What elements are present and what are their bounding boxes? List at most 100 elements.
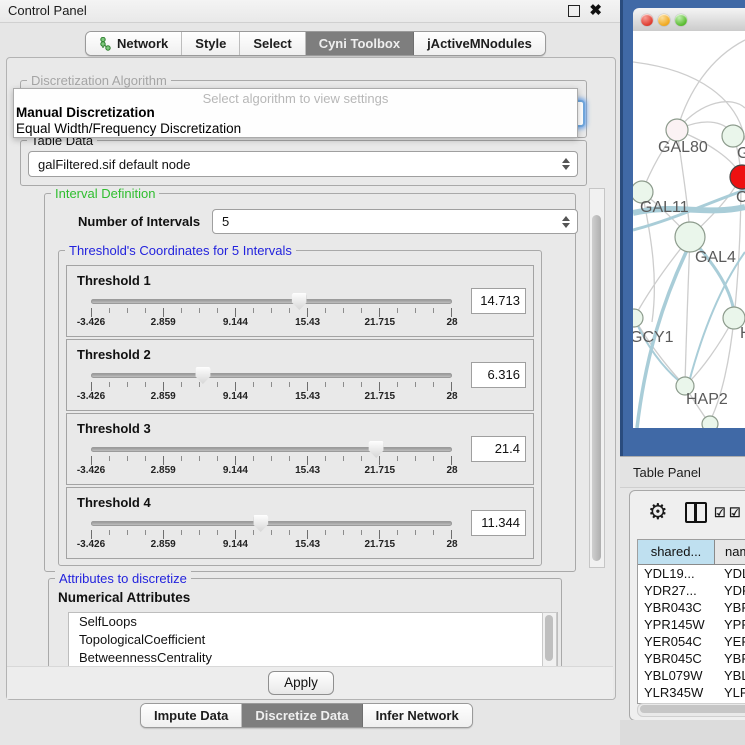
slider-track[interactable] — [91, 373, 452, 378]
node-gal4[interactable] — [675, 222, 705, 252]
zoom-traffic-light-icon[interactable] — [675, 14, 687, 26]
list-item[interactable]: TopologicalCoefficient — [69, 631, 557, 649]
tab-select[interactable]: Select — [240, 32, 305, 55]
threshold-1-slider[interactable]: -3.426 2.859 9.144 15.43 21.715 28 — [91, 296, 452, 330]
cell[interactable]: YDR27... — [714, 582, 745, 599]
tab-select-label: Select — [253, 36, 291, 51]
cell[interactable]: YPR145W — [638, 616, 714, 633]
attributes-list-scrollbar[interactable] — [542, 612, 557, 670]
num-intervals-combobox[interactable]: 5 — [212, 209, 578, 234]
float-window-icon[interactable] — [568, 5, 580, 17]
checkbox-icon[interactable]: ☑ — [714, 505, 726, 521]
network-window-titlebar[interactable] — [633, 8, 745, 32]
cell[interactable]: YLR345W — [638, 684, 714, 701]
cell[interactable]: YBR045C — [638, 650, 714, 667]
scrollbar-thumb[interactable] — [640, 705, 745, 713]
bottom-right-filler — [620, 720, 745, 745]
tab-cyni-label: Cyni Toolbox — [319, 36, 400, 51]
tab-discretize-label: Discretize Data — [255, 708, 348, 723]
table-row[interactable]: YBR045CYBR045C — [638, 650, 745, 667]
table-row[interactable]: YLR345WYLR345W — [638, 684, 745, 701]
list-item[interactable]: SelfLoops — [69, 613, 557, 631]
cell[interactable]: YLR345W — [714, 684, 745, 701]
column-header-name[interactable]: name — [715, 540, 745, 564]
table-horizontal-scrollbar[interactable] — [637, 703, 745, 717]
slider-track[interactable] — [91, 447, 452, 452]
panel-vertical-scrollbar[interactable] — [589, 188, 605, 568]
list-item[interactable]: BetweennessCentrality — [69, 649, 557, 667]
cell[interactable]: YBL079W — [638, 667, 714, 684]
column-header-shared[interactable]: shared... — [638, 540, 715, 564]
minimize-traffic-light-icon[interactable] — [658, 14, 670, 26]
table-panel-body: ⚙ ☑ ☑ shared... name YDL19...YDL19... YD… — [629, 490, 745, 721]
cell[interactable]: YBL079W — [714, 667, 745, 684]
table-row[interactable]: YER054CYER054C — [638, 633, 745, 650]
tick-label: 2.859 — [151, 465, 176, 476]
scrollbar-thumb[interactable] — [545, 615, 553, 661]
threshold-3-slider[interactable]: -3.426 2.859 9.144 15.43 21.715 28 — [91, 444, 452, 478]
network-icon — [99, 37, 112, 51]
threshold-4-value-field[interactable]: 11.344 — [471, 510, 526, 536]
node-bottom-partial[interactable] — [702, 416, 718, 428]
slider-ticks — [91, 456, 452, 465]
popup-option-manual[interactable]: Manual Discretization — [16, 105, 155, 120]
threshold-1-value-field[interactable]: 14.713 — [471, 288, 526, 314]
node-gcy1[interactable] — [633, 309, 643, 327]
node-label-hap2: HAP2 — [686, 391, 728, 408]
table-row[interactable]: YBL079WYBL079W — [638, 667, 745, 684]
cell[interactable]: YDL19... — [638, 565, 714, 582]
slider-track[interactable] — [91, 521, 452, 526]
cell[interactable]: YBR045C — [714, 650, 745, 667]
table-row[interactable]: YBR043CYBR043C — [638, 599, 745, 616]
gear-icon[interactable]: ⚙ — [648, 499, 668, 525]
threshold-4-box: Threshold 4 -3.426 2.859 9.144 15.43 21.… — [66, 487, 534, 559]
tab-discretize-data[interactable]: Discretize Data — [242, 704, 362, 727]
tick-label: 9.144 — [223, 391, 248, 402]
cell[interactable]: YDL19... — [714, 565, 745, 582]
popup-option-equal-width[interactable]: Equal Width/Frequency Discretization — [16, 121, 241, 136]
tab-infer-network[interactable]: Infer Network — [363, 704, 472, 727]
tab-cyni-toolbox[interactable]: Cyni Toolbox — [306, 32, 414, 55]
top-tab-bar: Network Style Select Cyni Toolbox jActiv… — [85, 31, 546, 56]
table-row[interactable]: YDR27...YDR27... — [638, 582, 745, 599]
cell[interactable]: YDR27... — [638, 582, 714, 599]
node-top-right[interactable] — [722, 125, 744, 147]
tick-label: -3.426 — [77, 391, 105, 402]
cell[interactable]: YBR043C — [638, 599, 714, 616]
network-graph: GAL80 GA C GAL11 GAL4 GCY1 H HAP2 — [633, 31, 745, 428]
threshold-4-slider[interactable]: -3.426 2.859 9.144 15.43 21.715 28 — [91, 518, 452, 552]
table-row[interactable]: YPR145WYPR145W — [638, 616, 745, 633]
threshold-2-slider[interactable]: -3.426 2.859 9.144 15.43 21.715 28 — [91, 370, 452, 404]
slider-track[interactable] — [91, 299, 452, 304]
tab-jactivemodules[interactable]: jActiveMNodules — [414, 32, 545, 55]
tick-label: 15.43 — [295, 317, 320, 328]
popup-hint: Select algorithm to view settings — [14, 91, 577, 106]
node-gal80[interactable] — [666, 119, 688, 141]
apply-button[interactable]: Apply — [268, 671, 334, 695]
tick-label: 2.859 — [151, 539, 176, 550]
cell[interactable]: YPR145W — [714, 616, 745, 633]
threshold-3-box: Threshold 3 -3.426 2.859 9.144 15.43 21.… — [66, 413, 534, 485]
network-view-canvas[interactable]: GAL80 GA C GAL11 GAL4 GCY1 H HAP2 — [633, 31, 745, 428]
node-selected-red[interactable] — [730, 165, 745, 189]
threshold-2-value-field[interactable]: 6.316 — [471, 362, 526, 388]
cell[interactable]: YER054C — [714, 633, 745, 650]
tab-style[interactable]: Style — [182, 32, 240, 55]
table-data-combobox[interactable]: galFiltered.sif default node — [28, 151, 578, 177]
slider-ticks — [91, 382, 452, 391]
threshold-3-value-field[interactable]: 21.4 — [471, 436, 526, 462]
table-toolbar: ⚙ ☑ ☑ — [630, 491, 745, 535]
cell[interactable]: YER054C — [638, 633, 714, 650]
scrollbar-thumb[interactable] — [592, 215, 601, 561]
close-traffic-light-icon[interactable] — [641, 14, 653, 26]
tab-network[interactable]: Network — [86, 32, 182, 55]
close-icon[interactable]: ✖ — [589, 1, 602, 19]
split-panel-icon[interactable] — [685, 502, 707, 523]
table-row[interactable]: YDL19...YDL19... — [638, 565, 745, 582]
attributes-title: Attributes to discretize — [55, 571, 191, 586]
numerical-attributes-list[interactable]: SelfLoops TopologicalCoefficient Between… — [68, 612, 558, 670]
threshold-3-label: Threshold 3 — [77, 421, 151, 436]
checkbox-icon[interactable]: ☑ — [729, 505, 741, 521]
cell[interactable]: YBR043C — [714, 599, 745, 616]
tab-impute-data[interactable]: Impute Data — [141, 704, 242, 727]
